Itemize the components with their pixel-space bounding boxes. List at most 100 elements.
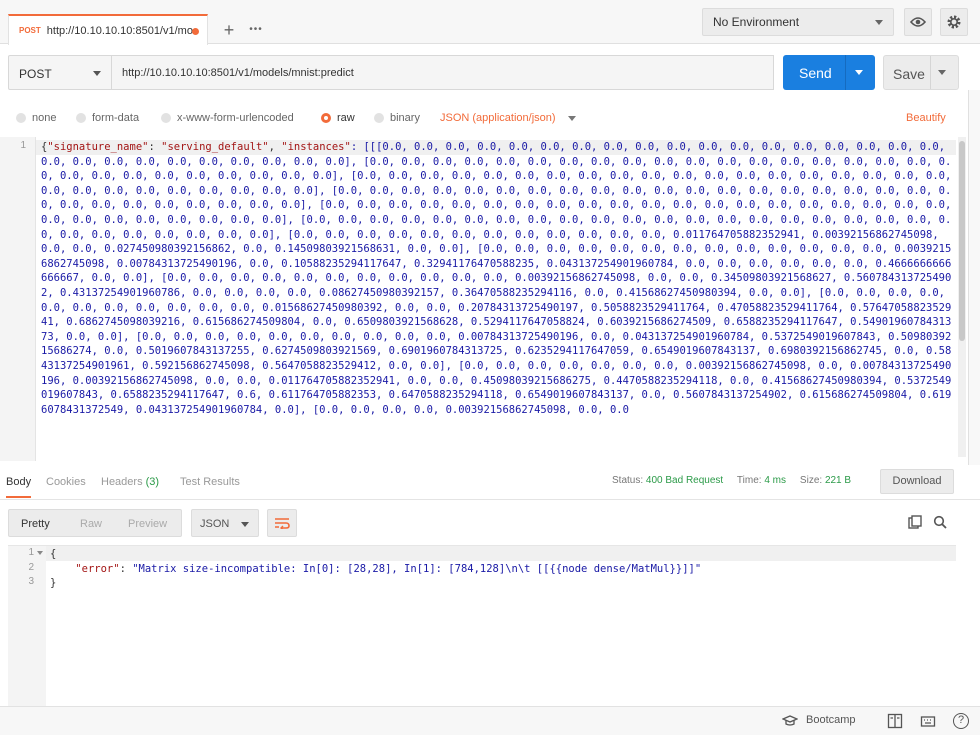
bootcamp-label[interactable]: Bootcamp	[806, 714, 856, 726]
chevron-down-icon	[875, 20, 883, 25]
environment-quick-look-button[interactable]	[904, 8, 932, 36]
keyboard-icon	[920, 716, 936, 727]
line-number: 3	[28, 576, 34, 587]
response-meta: Status: 400 Bad Request Time: 4 ms Size:…	[612, 475, 851, 486]
save-button-label: Save	[893, 66, 925, 82]
unsaved-dot-icon	[192, 28, 199, 35]
body-type-urlencoded-label: x-www-form-urlencoded	[177, 112, 294, 124]
body-type-raw[interactable]: raw	[321, 112, 355, 124]
send-divider	[845, 55, 846, 90]
tab-headers-label: Headers	[101, 476, 143, 488]
request-tab[interactable]: POST http://10.10.10.10:8501/v1/moc	[8, 14, 208, 45]
request-body-code[interactable]: {"signature_name": "serving_default", "i…	[41, 140, 953, 417]
response-body-code[interactable]: { "error": "Matrix size-incompatible: In…	[50, 547, 950, 591]
code-brace: {	[50, 548, 57, 560]
code-key-instances: "instances"	[281, 141, 351, 153]
line-number: 2	[28, 562, 34, 573]
radio-selected-icon	[321, 113, 331, 123]
method-select-value: POST	[19, 67, 52, 81]
code-instances-array: : [[[0.0, 0.0, 0.0, 0.0, 0.0, 0.0, 0.0, …	[41, 141, 958, 416]
gear-icon	[947, 15, 961, 29]
view-pretty-button[interactable]: Pretty	[21, 518, 50, 530]
tab-options-button[interactable]: •••	[243, 19, 269, 41]
download-button[interactable]: Download	[880, 469, 954, 494]
content-type-value: JSON (application/json)	[440, 112, 556, 124]
send-button-label: Send	[799, 65, 832, 81]
beautify-link[interactable]: Beautify	[906, 112, 946, 124]
chevron-down-icon	[567, 115, 576, 121]
request-tab-method: POST	[19, 26, 41, 35]
code-key-signature-name: "signature_name"	[47, 141, 149, 153]
two-pane-view-button[interactable]	[887, 713, 903, 729]
scrollbar-thumb[interactable]	[959, 141, 965, 341]
body-type-binary-label: binary	[390, 112, 420, 124]
graduation-cap-icon	[781, 715, 799, 726]
radio-icon	[76, 113, 86, 123]
fold-chevron-icon[interactable]	[37, 551, 43, 555]
search-button[interactable]	[933, 515, 947, 534]
body-type-none[interactable]: none	[16, 112, 56, 124]
help-button[interactable]: ?	[953, 713, 969, 729]
code-value-error: "Matrix size-incompatible: In[0]: [28,28…	[132, 562, 702, 575]
request-tab-title: http://10.10.10.10:8501/v1/moc	[46, 24, 195, 37]
bootcamp-button[interactable]	[781, 713, 799, 729]
save-options-chevron-icon[interactable]	[938, 70, 946, 75]
request-editor-scrollbar[interactable]	[958, 137, 966, 457]
response-toolbar: Pretty Raw Preview JSON	[0, 507, 980, 539]
new-tab-button[interactable]: +	[216, 19, 242, 41]
copy-button[interactable]	[908, 515, 922, 534]
send-button[interactable]: Send	[783, 55, 875, 90]
method-select[interactable]: POST	[8, 55, 112, 90]
chevron-down-icon	[93, 71, 101, 76]
body-type-raw-label: raw	[337, 112, 355, 124]
right-panel-edge	[968, 90, 980, 465]
status-bar: Bootcamp ?	[0, 706, 980, 735]
content-type-select[interactable]: JSON (application/json)	[440, 112, 576, 124]
environment-select-value: No Environment	[713, 15, 800, 29]
wrap-icon	[275, 518, 290, 529]
editor-gutter: 1 2 3	[8, 546, 46, 706]
keyboard-shortcuts-button[interactable]	[920, 713, 936, 729]
view-mode-group: Pretty Raw Preview	[8, 509, 182, 537]
response-format-select[interactable]: JSON	[191, 509, 259, 537]
save-button[interactable]: Save	[883, 55, 959, 90]
search-icon	[933, 515, 947, 529]
tab-headers[interactable]: Headers (3)	[101, 476, 159, 488]
code-brace: }	[50, 577, 57, 590]
time-label: Time:	[736, 475, 762, 486]
time-value[interactable]: 4 ms	[764, 475, 786, 486]
status-label: Status:	[612, 475, 644, 486]
body-type-urlencoded[interactable]: x-www-form-urlencoded	[161, 112, 294, 124]
tab-test-results[interactable]: Test Results	[180, 476, 240, 488]
body-type-binary[interactable]: binary	[374, 112, 420, 124]
line-number: 1	[28, 547, 34, 558]
headers-count-badge: (3)	[145, 476, 160, 488]
url-input[interactable]: http://10.10.10.10:8501/v1/models/mnist:…	[112, 55, 774, 90]
radio-icon	[161, 113, 171, 123]
line-number: 1	[20, 140, 26, 151]
environment-settings-button[interactable]	[940, 8, 968, 36]
send-options-chevron-icon[interactable]	[855, 70, 863, 75]
wrap-lines-button[interactable]	[267, 509, 297, 537]
columns-icon	[887, 713, 903, 729]
editor-gutter: 1	[0, 137, 36, 461]
request-body-editor[interactable]: 1 {"signature_name": "serving_default", …	[0, 137, 968, 461]
response-body-editor[interactable]: 1 2 3 { "error": "Matrix size-incompatib…	[8, 545, 956, 706]
radio-icon	[374, 113, 384, 123]
environment-select[interactable]: No Environment	[702, 8, 894, 36]
response-tabs: Body Cookies Headers (3) Test Results St…	[0, 465, 980, 500]
size-value[interactable]: 221 B	[825, 475, 851, 486]
body-type-form-data-label: form-data	[92, 112, 140, 124]
body-type-form-data[interactable]: form-data	[76, 112, 139, 124]
view-preview-button[interactable]: Preview	[128, 518, 167, 530]
save-divider	[930, 56, 931, 89]
tab-bar: POST http://10.10.10.10:8501/v1/moc + ••…	[0, 0, 980, 45]
code-value-signature-name: "serving_default"	[161, 141, 269, 153]
tab-body[interactable]: Body	[6, 476, 32, 498]
status-value[interactable]: 400 Bad Request	[646, 475, 723, 486]
view-raw-button[interactable]: Raw	[80, 518, 102, 530]
body-type-row: none form-data x-www-form-urlencoded raw…	[0, 108, 968, 130]
chevron-down-icon	[241, 522, 249, 527]
radio-icon	[16, 113, 26, 123]
tab-cookies[interactable]: Cookies	[46, 476, 86, 488]
